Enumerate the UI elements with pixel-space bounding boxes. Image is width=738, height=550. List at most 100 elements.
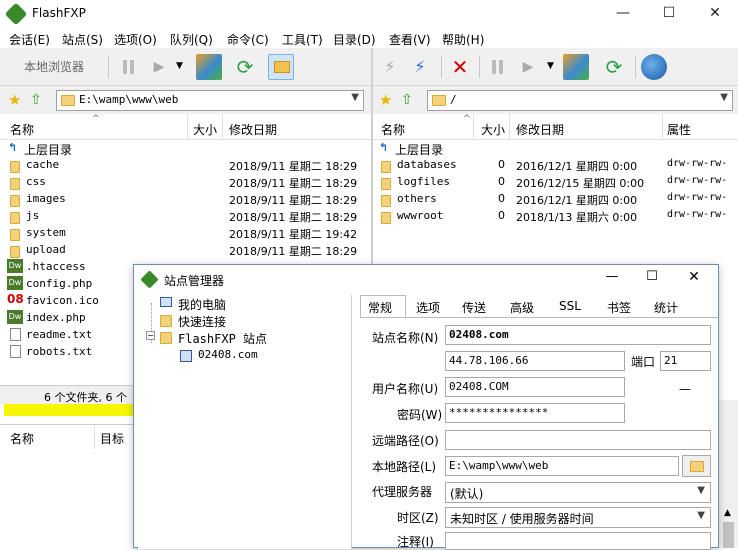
timezone-select[interactable]: 未知时区 / 使用服务器时间 ▼ [445,507,711,528]
list-item[interactable]: logfiles 0 2016/12/15 星期四 0:00 drw-rw-rw… [373,174,738,191]
list-item[interactable]: images 2018/9/11 星期二 18:29 [0,191,372,208]
chevron-down-icon[interactable]: ▼ [697,485,705,496]
up-folder-icon[interactable]: ⇧ [30,92,42,108]
chevron-down-icon[interactable]: ▼ [351,92,359,103]
tab-advanced[interactable]: 高级 [510,299,534,316]
file-name: databases [397,158,457,171]
star-icon[interactable]: ★ [379,91,392,109]
tree-item-flashfxp-sites[interactable]: FlashFXP 站点 [178,330,267,347]
dialog-minimize-button[interactable]: — [592,269,632,284]
port-field[interactable]: 21 [660,351,711,371]
list-item[interactable]: upload 2018/9/11 星期二 18:29 [0,242,372,259]
right-scrollbar[interactable]: ▲ [719,400,738,548]
local-browser-icon[interactable] [268,54,294,80]
list-item-parent[interactable]: ↰ 上层目录 [373,140,738,157]
transfer-dropdown-icon[interactable]: ▼ [176,61,183,71]
chevron-down-icon[interactable]: ▼ [720,92,728,103]
up-folder-icon[interactable]: ⇧ [401,92,413,108]
col-name[interactable]: 名称 [10,121,34,138]
tree-item-site[interactable]: 02408.com [198,348,258,361]
col-modified[interactable]: 修改日期 [516,121,564,138]
col-target[interactable]: 目标 [100,430,124,447]
transfer-icon[interactable]: ▶ [146,54,172,80]
col-size[interactable]: 大小 [481,121,505,138]
tab-transfer[interactable]: 传送 [462,299,486,316]
tab-bookmarks[interactable]: 书签 [607,299,631,316]
right-path-combo[interactable]: / ▼ [427,90,733,111]
scroll-up-icon[interactable]: ▲ [724,508,731,518]
minimize-button[interactable]: — [600,0,646,28]
browse-folder-button[interactable] [682,455,711,477]
list-item[interactable]: css 2018/9/11 星期二 18:29 [0,174,372,191]
menu-options[interactable]: 选项(O) [114,31,157,48]
left-path-combo[interactable]: E:\wamp\www\web ▼ [56,90,364,111]
pause-icon[interactable] [485,54,511,80]
list-item[interactable]: system 2018/9/11 星期二 19:42 [0,225,372,242]
abort-icon[interactable]: ✕ [447,54,473,80]
remote-path-field[interactable] [445,430,711,450]
list-item[interactable]: others 0 2016/12/1 星期四 0:00 drw-rw-rw- [373,191,738,208]
folder-icon [432,95,446,109]
host-field[interactable]: 44.78.106.66 [445,351,625,371]
menu-queue[interactable]: 队列(Q) [170,31,213,48]
menu-commands[interactable]: 命令(C) [227,31,269,48]
refresh-icon[interactable]: ⟳ [232,54,258,80]
star-icon[interactable]: ★ [8,91,21,109]
chevron-down-icon[interactable]: ▼ [697,510,705,521]
menu-sites[interactable]: 站点(S) [62,31,103,48]
username-field[interactable]: 02408.COM [445,377,625,397]
menu-view[interactable]: 查看(V) [389,31,431,48]
site-manager-dialog: 站点管理器 — ☐ ✕ 我的电脑 快速连接 − FlashFXP 站点 0240… [133,264,719,550]
tab-ssl[interactable]: SSL [559,299,581,313]
disconnect-icon[interactable]: ⚡ [407,54,433,80]
col-size[interactable]: 大小 [193,121,217,138]
connect-icon[interactable]: ⚡ [377,54,403,80]
site-icon [180,350,192,362]
transfer-icon[interactable]: ▶ [515,54,541,80]
list-item[interactable]: cache 2018/9/11 星期二 18:29 [0,157,372,174]
dialog-close-button[interactable]: ✕ [674,269,714,285]
list-item[interactable]: databases 0 2016/12/1 星期四 0:00 drw-rw-rw… [373,157,738,174]
maximize-button[interactable]: ☐ [646,0,692,28]
text-file-icon [10,328,21,341]
refresh-icon[interactable]: ⟳ [601,54,627,80]
tree-item-quick-connect[interactable]: 快速连接 [178,313,226,330]
dreamweaver-file-icon: Dw [7,276,23,290]
up-arrow-icon: ↰ [379,141,389,154]
password-field[interactable]: *************** [445,403,625,423]
local-browser-button[interactable]: 本地浏览器 [6,54,102,80]
status-text: 6 个文件夹, 6 个 [44,391,127,404]
notes-field[interactable] [445,532,711,550]
menu-bar: 会话(E) 站点(S) 选项(O) 队列(Q) 命令(C) 工具(T) 目录(D… [0,28,738,48]
tab-general[interactable]: 常规 [368,299,392,316]
col-attr[interactable]: 属性 [667,121,691,138]
menu-directory[interactable]: 目录(D) [333,31,376,48]
pause-icon[interactable] [116,54,142,80]
tree-item-my-computer[interactable]: 我的电脑 [178,296,226,313]
tab-stats[interactable]: 统计 [654,299,678,316]
col-name[interactable]: 名称 [10,430,34,447]
app-title: FlashFXP [32,6,86,20]
tab-options[interactable]: 选项 [416,299,440,316]
refresh-list-icon[interactable] [196,54,222,80]
close-button[interactable]: ✕ [692,0,738,28]
menu-help[interactable]: 帮助(H) [442,31,484,48]
globe-icon[interactable] [641,54,667,80]
menu-tools[interactable]: 工具(T) [282,31,323,48]
list-item[interactable]: wwwroot 0 2018/1/13 星期六 0:00 drw-rw-rw- [373,208,738,225]
dialog-maximize-button[interactable]: ☐ [632,269,672,284]
transfer-dropdown-icon[interactable]: ▼ [547,61,554,71]
file-name: wwwroot [397,209,444,222]
menu-session[interactable]: 会话(E) [9,31,50,48]
file-name: favicon.ico [26,294,99,307]
list-item[interactable]: js 2018/9/11 星期二 18:29 [0,208,372,225]
list-item-parent[interactable]: ↰ 上层目录 [0,140,372,157]
col-name[interactable]: 名称 [381,121,405,138]
local-path-field[interactable]: E:\wamp\www\web [445,456,679,476]
site-name-field[interactable]: 02408.com [445,325,711,345]
scroll-thumb[interactable] [723,522,734,548]
file-date: 2016/12/1 星期四 0:00 [516,160,638,173]
refresh-list-icon[interactable] [563,54,589,80]
proxy-select[interactable]: (默认) ▼ [445,482,711,503]
col-modified[interactable]: 修改日期 [229,121,277,138]
